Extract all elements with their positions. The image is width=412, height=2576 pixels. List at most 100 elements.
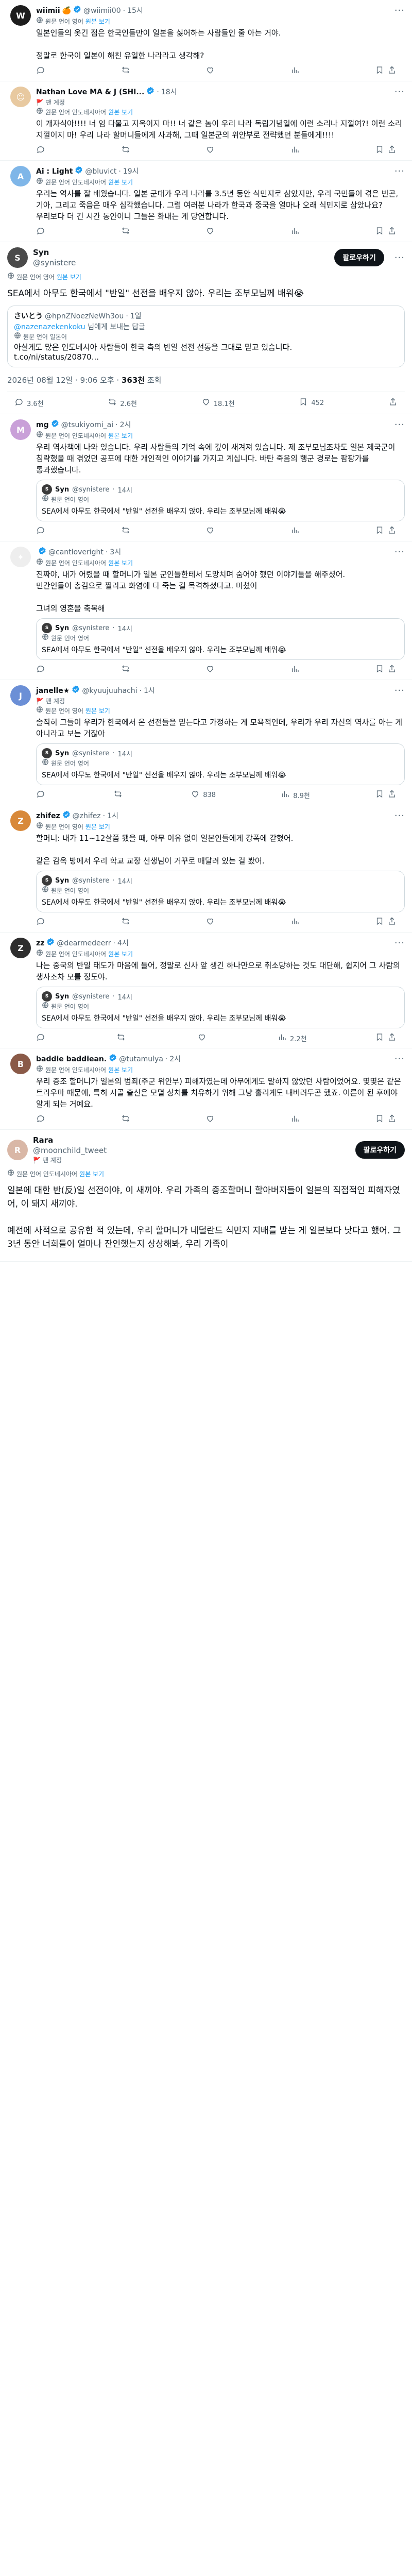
post-handle[interactable]: @tsukiyomi_ai: [61, 420, 114, 430]
post-time[interactable]: 15시: [127, 6, 143, 16]
views-button[interactable]: [290, 664, 303, 675]
like-button[interactable]: 18.1천: [201, 397, 235, 409]
post-handle[interactable]: @cantloveright: [48, 547, 104, 557]
share-icon[interactable]: [387, 65, 397, 77]
post-handle[interactable]: @wiimii00: [83, 6, 121, 16]
view-original-link[interactable]: 원본 보기: [108, 108, 133, 117]
follow-button[interactable]: 팔로우하기: [334, 249, 384, 266]
views-button[interactable]: 8.9천: [281, 789, 310, 801]
bookmark-icon[interactable]: [375, 664, 384, 675]
avatar[interactable]: S: [7, 247, 28, 268]
post[interactable]: ✦ @cantloveright · 3시 ··· 원문 언어 인도네시아어 원…: [0, 541, 412, 680]
like-button[interactable]: [205, 1114, 218, 1125]
post-author-name[interactable]: baddie baddiean.: [36, 1054, 107, 1064]
post-time[interactable]: 3시: [110, 547, 121, 557]
last-author-name[interactable]: Rara: [33, 1135, 107, 1145]
like-button[interactable]: 838: [191, 789, 216, 801]
repost-button[interactable]: [121, 145, 133, 156]
avatar[interactable]: W: [10, 5, 31, 26]
quoted-post[interactable]: S Syn @synistere · 14시 원문 언어 영어 SEA에서 아무…: [36, 987, 405, 1028]
reply-button[interactable]: [36, 917, 48, 928]
share-icon[interactable]: [387, 789, 397, 801]
post-handle[interactable]: @bluvict: [85, 166, 116, 177]
share-icon[interactable]: [387, 1032, 397, 1044]
post-handle[interactable]: @dearmedeerr: [57, 938, 111, 948]
post[interactable]: J janelle★ @kyuujuuhachi · 1시 ··· 🚩 팬 계정 …: [0, 680, 412, 805]
more-options-icon[interactable]: ···: [394, 686, 405, 696]
post-handle[interactable]: @tutamulya: [119, 1054, 163, 1064]
bookmark-icon[interactable]: [375, 526, 384, 537]
post-time[interactable]: 19시: [123, 166, 139, 177]
quoted-post[interactable]: さいとう @hpnZNoezNeWh3ou · 1일 @nazenazekenk…: [7, 306, 405, 367]
post-author-name[interactable]: zhifez: [36, 811, 60, 821]
reply-button[interactable]: [36, 226, 48, 238]
repost-button[interactable]: [121, 226, 133, 238]
more-options-icon[interactable]: ···: [394, 938, 405, 948]
post-time[interactable]: 1시: [144, 686, 155, 696]
view-original-link[interactable]: 원본 보기: [108, 431, 133, 440]
like-button[interactable]: [205, 664, 218, 675]
views-button[interactable]: 2.2천: [278, 1032, 307, 1044]
reply-button[interactable]: [36, 1114, 48, 1125]
reply-button[interactable]: [36, 526, 48, 537]
quoted-post[interactable]: S Syn @synistere · 14시 원문 언어 영어 SEA에서 아무…: [36, 743, 405, 785]
avatar[interactable]: ✦: [10, 547, 31, 567]
post-time[interactable]: 18시: [161, 87, 177, 97]
bookmark-icon[interactable]: [375, 1114, 384, 1125]
share-icon[interactable]: [387, 226, 397, 238]
view-original-link[interactable]: 원본 보기: [85, 706, 110, 716]
like-button[interactable]: [197, 1032, 210, 1044]
more-options-icon[interactable]: ···: [394, 6, 405, 16]
reply-button[interactable]: 3.6천: [14, 397, 44, 409]
post-author-name[interactable]: mg: [36, 420, 49, 430]
repost-button[interactable]: [116, 1032, 129, 1044]
repost-button[interactable]: [121, 664, 133, 675]
avatar[interactable]: Z: [10, 938, 31, 958]
views-button[interactable]: [290, 917, 303, 928]
bookmark-icon[interactable]: [375, 65, 384, 77]
post[interactable]: W wiimii 🍊 @wiimii00 · 15시 ··· 원문 언어 영어 …: [0, 0, 412, 81]
quoted-post[interactable]: S Syn @synistere · 14시 원문 언어 영어 SEA에서 아무…: [36, 618, 405, 660]
quoted-post[interactable]: S Syn @synistere · 14시 원문 언어 영어 SEA에서 아무…: [36, 871, 405, 912]
avatar[interactable]: 😐: [10, 87, 31, 107]
avatar[interactable]: R: [7, 1140, 28, 1160]
focused-author-name[interactable]: Syn: [33, 247, 76, 258]
share-icon[interactable]: [387, 145, 397, 156]
more-options-icon[interactable]: ···: [394, 420, 405, 430]
quoted-post[interactable]: S Syn @synistere · 14시 원문 언어 영어 SEA에서 아무…: [36, 480, 405, 521]
bookmark-icon[interactable]: [375, 1032, 384, 1044]
more-options-icon[interactable]: ···: [394, 252, 405, 263]
repost-button[interactable]: [113, 789, 126, 801]
more-options-icon[interactable]: ···: [394, 811, 405, 821]
like-button[interactable]: [205, 917, 218, 928]
view-original-link[interactable]: 원본 보기: [108, 1065, 133, 1075]
reply-button[interactable]: [36, 145, 48, 156]
views-button[interactable]: [290, 145, 303, 156]
more-options-icon[interactable]: ···: [394, 547, 405, 557]
post-handle[interactable]: @zhifez: [73, 811, 101, 821]
avatar[interactable]: M: [10, 419, 31, 440]
reply-to-handle[interactable]: @nazenazekenkoku: [14, 323, 85, 331]
post-author-name[interactable]: Ai : Light: [36, 166, 73, 177]
post-author-name[interactable]: wiimii: [36, 6, 60, 16]
avatar[interactable]: A: [10, 166, 31, 187]
repost-button[interactable]: 2.6천: [108, 397, 137, 409]
post-author-name[interactable]: Nathan Love MA & J (SHI...: [36, 87, 144, 97]
view-original-link[interactable]: 원본 보기: [85, 17, 110, 26]
repost-button[interactable]: [121, 526, 133, 537]
post-time[interactable]: 4시: [117, 938, 129, 948]
more-options-icon[interactable]: ···: [394, 1054, 405, 1064]
follow-button[interactable]: 팔로우하기: [355, 1141, 405, 1159]
views-button[interactable]: [290, 65, 303, 77]
post[interactable]: M mg @tsukiyomi_ai · 2시 ··· 원문 언어 인도네시아어…: [0, 414, 412, 541]
bookmark-button[interactable]: 452: [299, 397, 324, 409]
reply-button[interactable]: [36, 1032, 48, 1044]
views-button[interactable]: [290, 1114, 303, 1125]
focused-author-handle[interactable]: @synistere: [33, 258, 76, 268]
post-time[interactable]: 2시: [169, 1054, 181, 1064]
post-author-name[interactable]: janelle★: [36, 686, 70, 696]
views-button[interactable]: [290, 226, 303, 238]
post[interactable]: 😐 Nathan Love MA & J (SHI... · 18시 ··· 🚩…: [0, 81, 412, 161]
like-button[interactable]: [205, 526, 218, 537]
repost-button[interactable]: [121, 1114, 133, 1125]
